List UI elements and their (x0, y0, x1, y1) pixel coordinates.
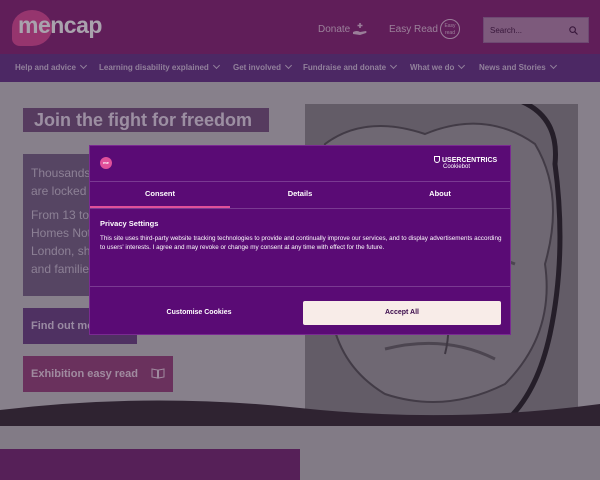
privacy-settings-heading: Privacy Settings (100, 219, 159, 228)
accept-all-button[interactable]: Accept All (303, 301, 501, 325)
privacy-settings-text: This site uses third-party website track… (100, 235, 502, 251)
tab-about[interactable]: About (370, 182, 510, 208)
usercentrics-logo: USERCENTRICS Cookiebot (434, 155, 497, 170)
modal-divider (90, 286, 510, 287)
usercentrics-wordmark: USERCENTRICS (434, 155, 497, 164)
cookiebot-wordmark: Cookiebot (443, 164, 471, 170)
shield-icon (434, 156, 440, 163)
tab-details[interactable]: Details (230, 182, 370, 208)
cookie-consent-dialog: me USERCENTRICS Cookiebot Consent Detail… (89, 145, 511, 335)
mencap-small-logo: me (100, 157, 112, 169)
tab-consent[interactable]: Consent (90, 182, 230, 208)
customise-cookies-button[interactable]: Customise Cookies (102, 301, 296, 325)
consent-tabs: Consent Details About (90, 182, 510, 208)
tabs-divider (90, 208, 510, 209)
